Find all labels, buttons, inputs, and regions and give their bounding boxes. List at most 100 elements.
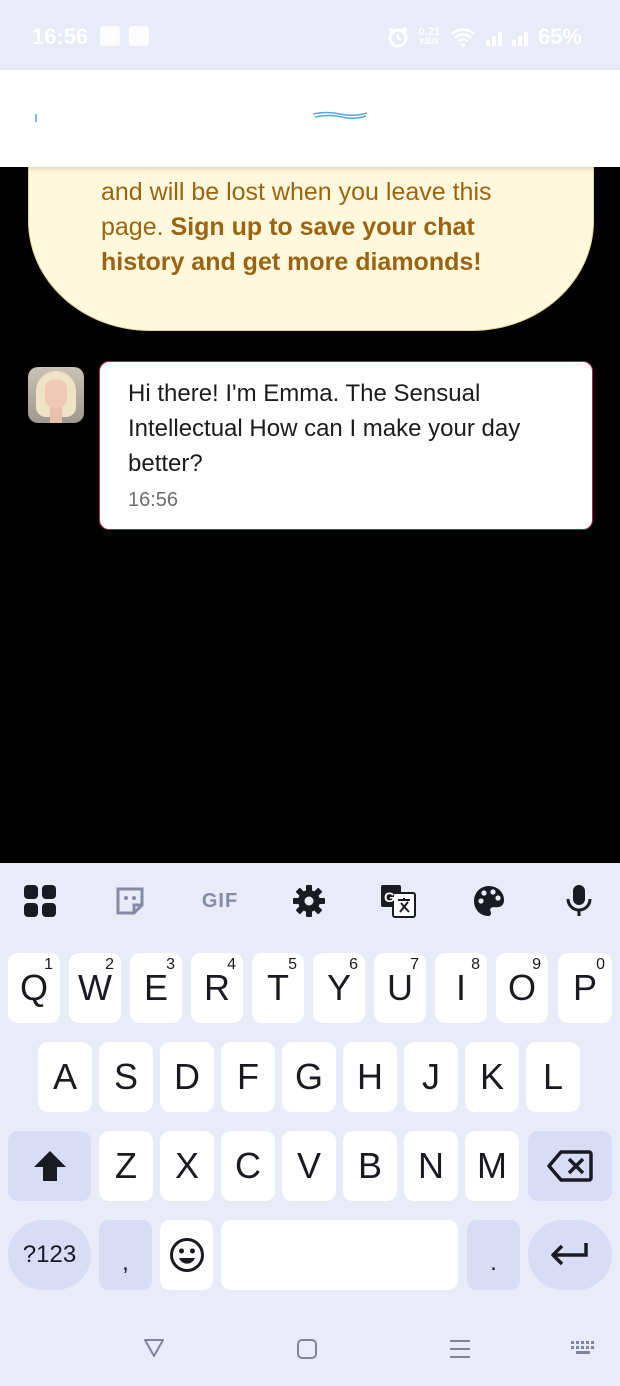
key-letter: K <box>479 1056 504 1097</box>
key-m[interactable]: M <box>465 1131 519 1201</box>
key-v[interactable]: V <box>282 1131 336 1201</box>
message-bubble: Hi there! I'm Emma. The Sensual Intellec… <box>99 361 593 530</box>
key-i[interactable]: I8 <box>435 953 487 1023</box>
key-l[interactable]: L <box>526 1042 580 1112</box>
avatar-neck <box>50 407 62 423</box>
logo-icon <box>312 111 368 120</box>
key-y[interactable]: Y6 <box>313 953 365 1023</box>
translate-icon[interactable]: G <box>380 883 416 919</box>
key-letter: H <box>357 1056 383 1097</box>
net-speed: 0.21 KB/S <box>419 27 440 47</box>
notification-icon <box>129 26 149 46</box>
key-a[interactable]: A <box>38 1042 92 1112</box>
key-k[interactable]: K <box>465 1042 519 1112</box>
key-z[interactable]: Z <box>99 1131 153 1201</box>
key-letter: M <box>477 1145 507 1186</box>
symbols-label: ?123 <box>22 1241 77 1268</box>
enter-icon <box>551 1243 588 1266</box>
key-g[interactable]: G <box>282 1042 336 1112</box>
svg-text:G: G <box>384 889 395 905</box>
signal-icon <box>485 28 502 46</box>
key-o[interactable]: O9 <box>496 953 548 1023</box>
notification-icon <box>100 26 120 46</box>
key-number-hint: 6 <box>349 956 358 973</box>
key-letter: Z <box>115 1145 137 1186</box>
period-label: . <box>490 1249 497 1276</box>
key-letter: N <box>418 1145 444 1186</box>
key-number-hint: 1 <box>44 956 53 973</box>
apps-icon[interactable] <box>22 883 58 919</box>
space-key[interactable] <box>221 1220 458 1290</box>
alarm-icon <box>387 27 408 48</box>
key-letter: L <box>542 1056 564 1097</box>
key-b[interactable]: B <box>343 1131 397 1201</box>
backspace-key[interactable] <box>528 1131 612 1201</box>
key-t[interactable]: T5 <box>252 953 304 1023</box>
key-p[interactable]: P0 <box>558 953 612 1023</box>
symbols-key[interactable]: ?123 <box>8 1220 91 1290</box>
key-letter: G <box>294 1056 323 1097</box>
gif-icon[interactable]: GIF <box>200 883 240 919</box>
message-text: Hi there! I'm Emma. The Sensual Intellec… <box>128 380 521 477</box>
palette-icon[interactable] <box>471 883 507 919</box>
comma-label: , <box>122 1249 129 1276</box>
emoji-icon <box>169 1238 204 1272</box>
key-n[interactable]: N <box>404 1131 458 1201</box>
backspace-icon <box>547 1150 593 1182</box>
sticker-icon[interactable] <box>112 883 148 919</box>
enter-key[interactable] <box>528 1220 612 1290</box>
key-letter: Y <box>326 967 351 1008</box>
guest-notice-banner: and will be lost when you leave this pag… <box>28 167 594 331</box>
key-letter: A <box>52 1056 77 1097</box>
mic-icon[interactable] <box>561 883 597 919</box>
key-letter: P <box>572 967 597 1008</box>
key-u[interactable]: U7 <box>374 953 426 1023</box>
key-letter: R <box>204 967 230 1008</box>
key-s[interactable]: S <box>99 1042 153 1112</box>
emoji-key[interactable] <box>160 1220 213 1290</box>
keyboard: GIF G Q1 W2 E3 R4 T5 Y6 U7 I8 O9 P0 A S … <box>0 863 620 1386</box>
key-letter: U <box>387 967 413 1008</box>
shift-icon <box>33 1151 66 1181</box>
key-d[interactable]: D <box>160 1042 214 1112</box>
key-number-hint: 3 <box>166 956 175 973</box>
key-letter: X <box>174 1145 199 1186</box>
status-time: 16:56 <box>32 24 89 49</box>
key-letter: I <box>455 967 466 1008</box>
shift-key[interactable] <box>8 1131 91 1201</box>
key-e[interactable]: E3 <box>130 953 182 1023</box>
key-letter: J <box>422 1056 440 1097</box>
net-speed-unit: KB/S <box>419 37 439 46</box>
key-h[interactable]: H <box>343 1042 397 1112</box>
key-j[interactable]: J <box>404 1042 458 1112</box>
key-w[interactable]: W2 <box>69 953 121 1023</box>
key-number-hint: 0 <box>596 956 605 973</box>
wifi-icon <box>451 28 475 47</box>
settings-icon[interactable] <box>291 883 327 919</box>
key-letter: F <box>237 1056 259 1097</box>
chat-area[interactable]: and will be lost when you leave this pag… <box>0 167 620 863</box>
avatar[interactable] <box>28 367 84 423</box>
key-r[interactable]: R4 <box>191 953 243 1023</box>
home-icon[interactable] <box>296 1338 318 1360</box>
comma-key[interactable]: , <box>99 1220 152 1290</box>
key-q[interactable]: Q1 <box>8 953 60 1023</box>
key-number-hint: 7 <box>410 956 419 973</box>
header-mark <box>35 114 37 122</box>
navigation-bar <box>0 1310 620 1386</box>
key-x[interactable]: X <box>160 1131 214 1201</box>
status-bar: 16:56 0.21 KB/S 65% <box>0 0 620 70</box>
key-letter: V <box>296 1145 321 1186</box>
recents-icon[interactable] <box>449 1338 471 1360</box>
keyboard-switch-icon[interactable] <box>570 1340 598 1358</box>
key-f[interactable]: F <box>221 1042 275 1112</box>
period-key[interactable]: . <box>467 1220 520 1290</box>
key-number-hint: 2 <box>105 956 114 973</box>
back-icon[interactable] <box>143 1338 165 1358</box>
guest-notice-text: and will be lost when you leave this pag… <box>101 175 521 280</box>
net-speed-value: 0.21 <box>418 26 440 38</box>
avatar-face <box>45 379 67 409</box>
key-letter: T <box>267 967 289 1008</box>
battery-level: 65% <box>537 24 582 49</box>
key-c[interactable]: C <box>221 1131 275 1201</box>
